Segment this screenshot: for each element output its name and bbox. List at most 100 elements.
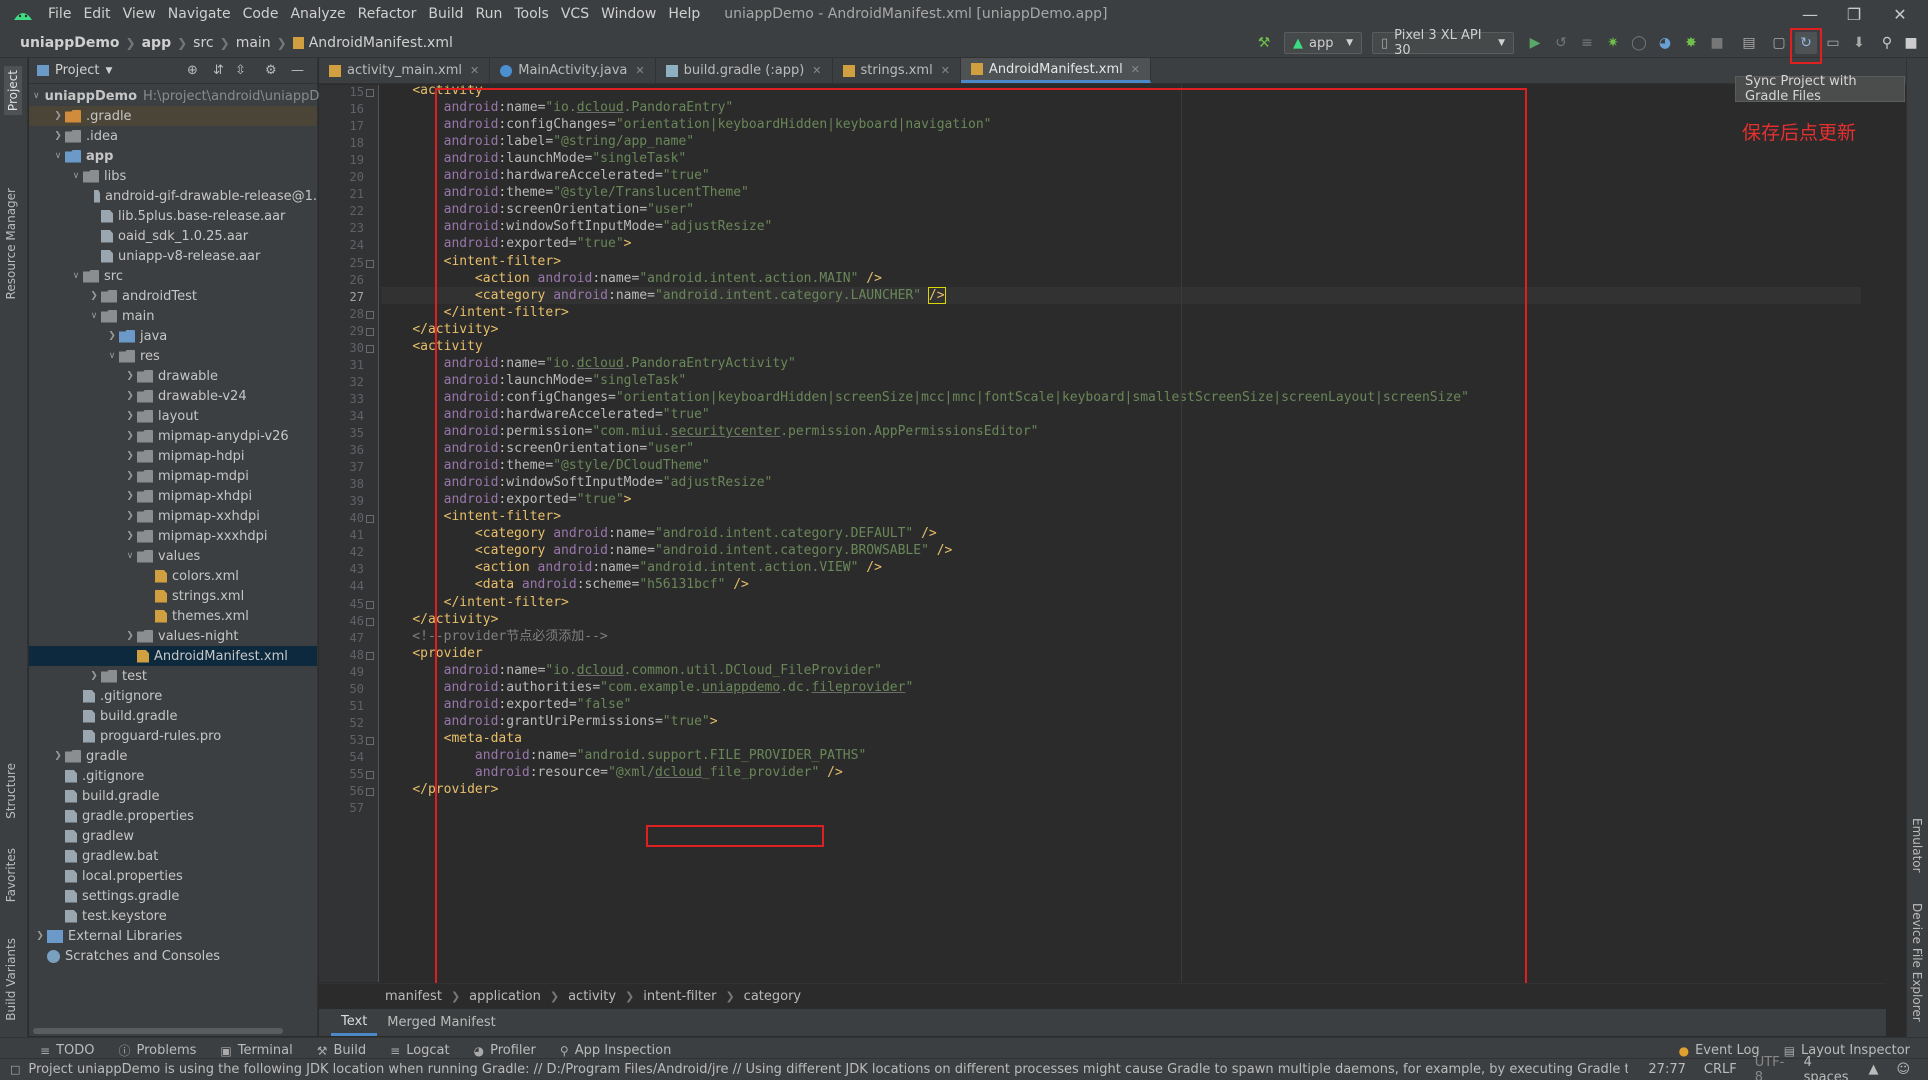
close-window-button[interactable]: ✕: [1880, 0, 1920, 28]
code-line[interactable]: <category android:name="android.intent.c…: [381, 542, 952, 559]
code-line[interactable]: android:authorities="com.example.uniappd…: [381, 679, 914, 696]
menu-code[interactable]: Code: [237, 0, 285, 28]
tree-item[interactable]: build.gradle: [29, 786, 317, 806]
tree-item[interactable]: ∨ uniappDemo H:\project\android\uniappD: [29, 86, 319, 106]
tree-item[interactable]: ❯ test: [29, 666, 317, 686]
tree-item[interactable]: ∨ src: [29, 266, 317, 286]
apply-changes-icon[interactable]: ↺: [1550, 32, 1572, 54]
close-icon[interactable]: ✕: [635, 64, 644, 77]
locate-icon[interactable]: ⊕: [187, 63, 198, 78]
menu-tools[interactable]: Tools: [508, 0, 555, 28]
tree-item[interactable]: strings.xml: [29, 586, 317, 606]
chevron-right-icon[interactable]: ❯: [87, 291, 101, 301]
tree-item[interactable]: ❯ mipmap-xxxhdpi: [29, 526, 317, 546]
code-line[interactable]: <intent-filter>: [381, 253, 561, 270]
menu-refactor[interactable]: Refactor: [352, 0, 423, 28]
fold-marker-icon[interactable]: [366, 788, 374, 796]
close-icon[interactable]: ✕: [1131, 63, 1140, 76]
tree-item[interactable]: gradlew: [29, 826, 317, 846]
indent-setting[interactable]: 4 spaces: [1804, 1055, 1851, 1080]
chevron-down-icon[interactable]: ∨: [51, 151, 65, 161]
tree-item[interactable]: ∨ app: [29, 146, 317, 166]
fold-marker-icon[interactable]: [366, 771, 374, 779]
editor-tab[interactable]: AndroidManifest.xml ✕: [960, 58, 1151, 83]
line-separator[interactable]: CRLF: [1704, 1062, 1737, 1077]
tree-item[interactable]: uniapp-v8-release.aar: [29, 246, 317, 266]
subtab-text[interactable]: Text: [331, 1009, 378, 1036]
crumb-category[interactable]: category: [744, 989, 801, 1004]
code-line[interactable]: android:launchMode="singleTask": [381, 150, 687, 167]
tool-profiler[interactable]: ◕ Profiler: [474, 1043, 536, 1058]
code-line[interactable]: android:configChanges="orientation|keybo…: [381, 389, 1469, 406]
code-line[interactable]: android:screenOrientation="user": [381, 440, 694, 457]
sdk-manager-icon[interactable]: ⬇: [1848, 32, 1870, 54]
crumb-manifest[interactable]: manifest: [385, 989, 442, 1004]
chevron-right-icon[interactable]: ❯: [105, 331, 119, 341]
run-config-dropdown[interactable]: ▲ app ▼: [1284, 32, 1362, 54]
tree-item[interactable]: AndroidManifest.xml: [29, 646, 317, 666]
code-line[interactable]: <provider: [381, 645, 482, 662]
device-manager-icon[interactable]: ▤: [1738, 32, 1760, 54]
stripe-tab-resource-manager[interactable]: Resource Manager: [4, 188, 18, 299]
code-area[interactable]: <activity android:name="io.dcloud.Pandor…: [381, 85, 1886, 982]
chevron-down-icon[interactable]: ∨: [87, 311, 101, 321]
tree-item[interactable]: gradlew.bat: [29, 846, 317, 866]
fold-marker-icon[interactable]: [366, 311, 374, 319]
fold-marker-icon[interactable]: [366, 652, 374, 660]
tree-item[interactable]: ❯ External Libraries: [29, 926, 317, 946]
tree-item[interactable]: ❯ androidTest: [29, 286, 317, 306]
code-line[interactable]: <category android:name="android.intent.c…: [381, 287, 1861, 305]
hide-panel-icon[interactable]: —: [291, 63, 304, 78]
chevron-down-icon[interactable]: ∨: [123, 551, 137, 561]
collapse-all-icon[interactable]: ⇳: [235, 63, 246, 78]
project-view-selector[interactable]: Project: [55, 63, 99, 78]
code-line[interactable]: <action android:name="android.intent.act…: [381, 270, 882, 287]
code-line[interactable]: <intent-filter>: [381, 508, 561, 525]
code-editor[interactable]: 15 16 17 18 19 20 21 22 23 24 25 26 27 28 29 30 31 32 33 34…: [319, 85, 1886, 982]
menu-run[interactable]: Run: [470, 0, 509, 28]
chevron-right-icon[interactable]: ❯: [123, 471, 137, 481]
breadcrumb-project[interactable]: uniappDemo: [20, 35, 120, 51]
tree-item[interactable]: ❯ .gradle: [29, 106, 317, 126]
code-line[interactable]: android:label="@string/app_name": [381, 133, 694, 150]
tree-item[interactable]: ❯ .idea: [29, 126, 317, 146]
code-line[interactable]: android:windowSoftInputMode="adjustResiz…: [381, 218, 773, 235]
chevron-right-icon[interactable]: ❯: [51, 111, 65, 121]
run-icon[interactable]: ▶: [1524, 32, 1546, 54]
menu-vcs[interactable]: VCS: [555, 0, 595, 28]
chevron-right-icon[interactable]: ❯: [33, 931, 47, 941]
subtab-merged-manifest[interactable]: Merged Manifest: [377, 1009, 505, 1036]
fold-marker-icon[interactable]: [366, 618, 374, 626]
tree-item[interactable]: ∨ res: [29, 346, 317, 366]
editor-tab[interactable]: MainActivity.java ✕: [490, 58, 656, 83]
close-icon[interactable]: ✕: [812, 64, 821, 77]
debug-icon[interactable]: ✷: [1602, 32, 1624, 54]
project-horizontal-scrollbar[interactable]: [33, 1028, 283, 1034]
tree-item[interactable]: ❯ java: [29, 326, 317, 346]
code-line[interactable]: android:exported="true">: [381, 235, 632, 252]
tree-item[interactable]: ❯ gradle: [29, 746, 317, 766]
tool-app-inspection[interactable]: ⚲ App Inspection: [560, 1043, 671, 1058]
code-line[interactable]: <data android:scheme="h56131bcf" />: [381, 576, 749, 593]
chevron-right-icon[interactable]: ❯: [123, 511, 137, 521]
code-line[interactable]: android:windowSoftInputMode="adjustResiz…: [381, 474, 773, 491]
code-line[interactable]: <action android:name="android.intent.act…: [381, 559, 882, 576]
tree-item[interactable]: ∨ libs: [29, 166, 317, 186]
breadcrumb-main[interactable]: main: [236, 35, 271, 51]
stripe-tab-build-variants[interactable]: Build Variants: [4, 938, 18, 1021]
code-line[interactable]: android:hardwareAccelerated="true": [381, 167, 710, 184]
tree-item[interactable]: test.keystore: [29, 906, 317, 926]
fold-marker-icon[interactable]: [366, 737, 374, 745]
code-line[interactable]: </intent-filter>: [381, 594, 569, 611]
stripe-tab-project[interactable]: Project: [4, 66, 22, 116]
tree-item[interactable]: .gitignore: [29, 686, 317, 706]
tree-item[interactable]: ∨ values: [29, 546, 317, 566]
status-message[interactable]: Project uniappDemo is using the followin…: [28, 1062, 1628, 1077]
code-line[interactable]: <activity: [381, 338, 482, 355]
code-line[interactable]: </intent-filter>: [381, 304, 569, 321]
tree-item[interactable]: .gitignore: [29, 766, 317, 786]
chevron-right-icon[interactable]: ❯: [123, 531, 137, 541]
tree-item[interactable]: build.gradle: [29, 706, 317, 726]
device-dropdown[interactable]: ▯ Pixel 3 XL API 30 ▼: [1372, 28, 1514, 58]
status-toggle-icon[interactable]: □: [10, 1063, 20, 1076]
